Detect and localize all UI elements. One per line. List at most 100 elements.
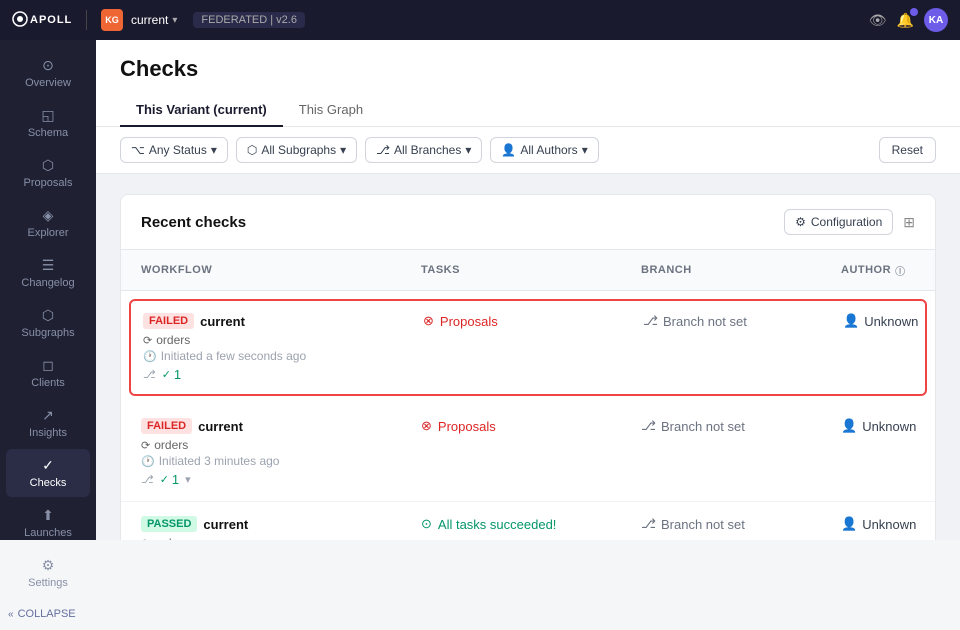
checks-tabs: This Variant (current) This Graph [120,94,936,126]
status-filter[interactable]: ⌥ Any Status ▾ [120,137,228,163]
configuration-button[interactable]: ⚙ Configuration [784,209,893,235]
clock-icon: 🕐 [141,455,155,468]
table-header: WORKFLOW TASKS BRANCH AUTHOR ⓘ COMMIT ID [121,250,935,291]
chevron-down-icon: ▾ [340,143,346,157]
tag-icon: ⎇ [141,473,154,486]
variant-name: current [200,314,245,329]
card-title: Recent checks [141,214,246,231]
sidebar-item-label: Checks [30,477,67,489]
reset-button[interactable]: Reset [879,137,936,163]
graph-selector[interactable]: current ▾ [131,13,177,27]
sidebar-item-insights[interactable]: ↗ Insights [6,399,90,447]
workflow-time: 🕐 Initiated a few seconds ago [143,349,423,363]
tab-this-variant[interactable]: This Variant (current) [120,94,283,127]
status-badge: FAILED [143,313,194,329]
sidebar-item-proposals[interactable]: ⬡ Proposals [6,149,90,197]
author-item: 👤 Unknown [843,313,927,329]
checks-icon: ✓ [42,457,54,474]
branch-item: ⎇ Branch not set [643,313,843,329]
chevron-down-icon: ▾ [465,143,471,157]
clock-icon: 🕐 [143,350,157,363]
grid-view-icon[interactable]: ⊞ [903,214,915,231]
sidebar-item-explorer[interactable]: ◈ Explorer [6,199,90,247]
sidebar-item-label: Changelog [21,277,74,289]
subgraph-filter-icon: ⬡ [247,143,257,157]
topbar-divider [86,10,87,30]
task-fail-icon: ⊗ [423,313,434,329]
content-area: Recent checks ⚙ Configuration ⊞ WORKFLOW… [96,174,960,540]
tasks-cell: ⊗ Proposals [423,313,643,329]
collapse-button[interactable]: « COLLAPSE [0,598,96,630]
status-badge: FAILED [141,418,192,434]
graph-avatar: KG [101,9,123,31]
checks-header: Checks This Variant (current) This Graph [96,40,960,127]
branch-cell: ⎇ Branch not set [641,418,841,434]
config-icon: ⚙ [795,215,806,229]
tab-this-graph[interactable]: This Graph [283,94,379,127]
branches-filter[interactable]: ⎇ All Branches ▾ [365,137,482,163]
col-tasks: TASKS [421,258,641,282]
clients-icon: ◻ [42,357,54,374]
table-row[interactable]: FAILED current ⟳ orders 🕐 Initiated 3 mi… [121,404,935,502]
sidebar-item-label: Launches [24,527,72,539]
proposals-icon: ⬡ [42,157,54,174]
explorer-icon: ◈ [43,207,54,224]
sidebar: ⊙ Overview ◱ Schema ⬡ Proposals ◈ Explor… [0,40,96,540]
task-item: ⊗ Proposals [423,313,643,329]
branch-filter-icon: ⎇ [376,143,390,157]
recent-checks-card: Recent checks ⚙ Configuration ⊞ WORKFLOW… [120,194,936,540]
col-branch: BRANCH [641,258,841,282]
topbar-right: 👁 🔔 KA [869,8,948,32]
col-workflow: WORKFLOW [141,258,421,282]
table-row[interactable]: PASSED current ⟳ orders 🕐 Initiated 4 mi… [121,502,935,540]
subgraphs-filter[interactable]: ⬡ All Subgraphs ▾ [236,137,357,163]
variant-name: current [203,517,248,532]
branch-icon: ⎇ [641,418,656,434]
workflow-icon: ⟳ [141,537,150,541]
sidebar-item-changelog[interactable]: ☰ Changelog [6,249,90,297]
workflow-cell: FAILED current ⟳ orders 🕐 Initiated a fe… [143,313,423,382]
sidebar-item-checks[interactable]: ✓ Checks [6,449,90,497]
highlighted-row-wrapper: FAILED current ⟳ orders 🕐 Initiated a fe… [129,299,927,396]
sidebar-item-label: Proposals [24,177,73,189]
task-fail-icon: ⊗ [421,418,432,434]
overview-icon: ⊙ [42,57,54,74]
table-row[interactable]: FAILED current ⟳ orders 🕐 Initiated a fe… [131,301,925,394]
tag-icon: ⎇ [143,368,156,381]
chevron-down-icon: ▾ [172,15,177,26]
sidebar-item-label: Schema [28,127,68,139]
sidebar-item-label: Overview [25,77,71,89]
sidebar-item-label: Insights [29,427,67,439]
insights-icon: ↗ [42,407,54,424]
chevron-left-icon: « [8,609,14,620]
filter-icon: ⌥ [131,143,145,157]
sidebar-item-overview[interactable]: ⊙ Overview [6,49,90,97]
info-icon: ⓘ [895,263,906,278]
eye-icon[interactable]: 👁 [869,12,887,29]
authors-filter[interactable]: 👤 All Authors ▾ [490,137,598,163]
changelog-icon: ☰ [42,257,55,274]
workflow-icon: ⟳ [141,439,150,452]
author-cell: 👤 Unknown [841,418,936,434]
sidebar-item-subgraphs[interactable]: ⬡ Subgraphs [6,299,90,347]
workflow-tags: ⎇ ✓ 1 [143,367,423,382]
sidebar-item-label: Explorer [28,227,69,239]
user-avatar[interactable]: KA [924,8,948,32]
apollo-logo: APOLLO [12,11,72,30]
sidebar-item-schema[interactable]: ◱ Schema [6,99,90,147]
bell-icon[interactable]: 🔔 [897,12,914,29]
tasks-cell: ⊗ Proposals [421,418,641,434]
author-icon: 👤 [841,516,857,532]
sidebar-item-label: Clients [31,377,65,389]
sidebar-item-clients[interactable]: ◻ Clients [6,349,90,397]
card-header: Recent checks ⚙ Configuration ⊞ [121,195,935,250]
chevron-down-icon[interactable]: ▾ [185,473,191,486]
author-filter-icon: 👤 [501,143,516,157]
sidebar-item-settings[interactable]: ⚙ Settings [6,549,90,597]
svg-text:APOLLO: APOLLO [30,14,72,26]
author-cell: 👤 Unknown [843,313,927,329]
status-badge: PASSED [141,516,197,532]
variant-name: current [198,419,243,434]
workflow-cell: PASSED current ⟳ orders 🕐 Initiated 4 mi… [141,516,421,540]
subgraphs-icon: ⬡ [42,307,54,324]
